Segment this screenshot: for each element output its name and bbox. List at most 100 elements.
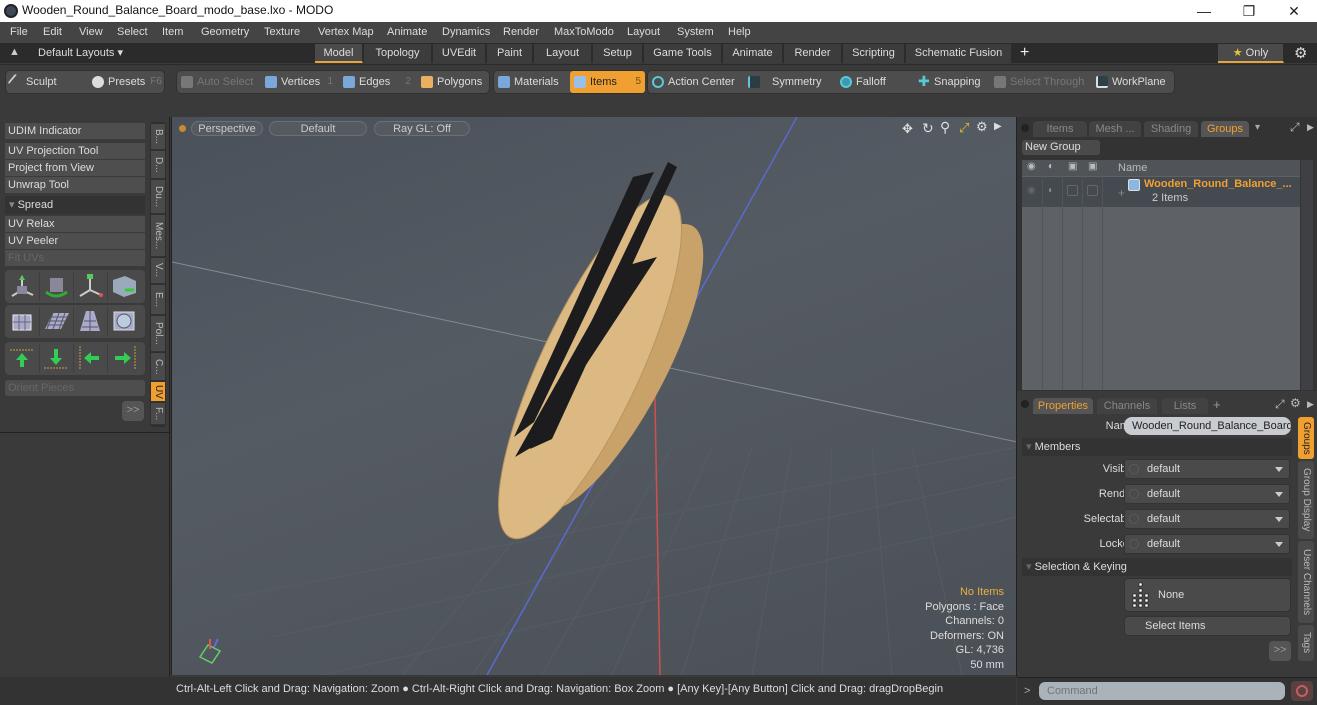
- menu-layout[interactable]: Layout: [627, 26, 660, 38]
- tab-topology[interactable]: Topology: [364, 44, 432, 63]
- row-lock-toggle[interactable]: [1067, 185, 1078, 196]
- vtab-groups[interactable]: Groups: [1298, 417, 1314, 459]
- menu-render[interactable]: Render: [503, 26, 539, 38]
- tab-game-tools[interactable]: Game Tools: [644, 44, 722, 63]
- expand-properties-icon[interactable]: ⤢: [1275, 397, 1285, 412]
- uv-projection-tool-button[interactable]: UV Projection Tool: [5, 143, 145, 160]
- properties-more-button[interactable]: >>: [1269, 641, 1291, 661]
- auto-select-button[interactable]: Auto Select: [177, 71, 259, 93]
- zoom-icon[interactable]: ⚲: [940, 119, 950, 136]
- select-items-button[interactable]: Select Items: [1124, 616, 1291, 636]
- menu-view[interactable]: View: [79, 26, 103, 38]
- select-through-button[interactable]: Select Through: [990, 71, 1088, 93]
- view-perspective-button[interactable]: Perspective: [191, 121, 263, 136]
- align-right-arrow-icon[interactable]: [109, 344, 142, 373]
- tab-scripting[interactable]: Scripting: [843, 44, 905, 63]
- menu-dynamics[interactable]: Dynamics: [442, 26, 490, 38]
- menu-vertex-map[interactable]: Vertex Map: [318, 26, 374, 38]
- vtab-group-display[interactable]: Group Display: [1298, 461, 1314, 539]
- menu-select[interactable]: Select: [117, 26, 148, 38]
- default-layouts-dropdown[interactable]: Default Layouts ▾: [38, 46, 123, 59]
- uv-peeler-button[interactable]: UV Peeler: [5, 233, 145, 250]
- group-row[interactable]: ◉ ◐ + Wooden_Round_Balance_... 2 Items: [1022, 177, 1300, 207]
- vtab-user-channels[interactable]: User Channels: [1298, 541, 1314, 623]
- viewport-gear-icon[interactable]: ⚙: [976, 119, 988, 135]
- row-select-toggle[interactable]: [1087, 185, 1098, 196]
- unwrap-tool-button[interactable]: Unwrap Tool: [5, 177, 145, 194]
- uv-rotate-tool-icon[interactable]: [41, 272, 74, 301]
- render-column-icon[interactable]: ◐: [1048, 161, 1054, 172]
- rotate-icon[interactable]: ↻: [922, 120, 934, 137]
- add-layout-button[interactable]: +: [1020, 44, 1029, 62]
- vtab-uv[interactable]: UV: [151, 382, 165, 402]
- action-center-button[interactable]: Action Center: [648, 71, 740, 93]
- render-keyframe-dot[interactable]: [1129, 489, 1139, 499]
- items-button[interactable]: Items 5: [570, 71, 645, 93]
- vtab-b[interactable]: B...: [151, 124, 165, 150]
- tab-items[interactable]: Items: [1033, 121, 1087, 137]
- tab-model[interactable]: Model: [315, 44, 363, 63]
- sculpt-button[interactable]: Sculpt: [6, 71, 84, 93]
- expand-panel-icon[interactable]: ⤢: [1290, 120, 1300, 135]
- tab-properties[interactable]: Properties: [1033, 398, 1093, 414]
- visible-column-eye-icon[interactable]: ◉: [1027, 161, 1036, 172]
- row-render-icon[interactable]: ◐: [1048, 185, 1054, 196]
- shading-default-button[interactable]: Default: [269, 121, 367, 136]
- viewport-more-icon[interactable]: ▶: [994, 121, 1002, 132]
- vtab-e[interactable]: E...: [151, 285, 165, 315]
- select-column-icon[interactable]: ▣: [1088, 161, 1097, 172]
- polygons-button[interactable]: Polygons: [417, 71, 491, 93]
- uv-spherical-projection-icon[interactable]: [109, 307, 142, 336]
- expand-plus-icon[interactable]: +: [1118, 186, 1125, 200]
- snapping-button[interactable]: ✚ Snapping: [914, 71, 988, 93]
- locked-keyframe-dot[interactable]: [1129, 539, 1139, 549]
- edges-button[interactable]: Edges 2: [339, 71, 415, 93]
- restore-button[interactable]: ❐: [1226, 0, 1272, 22]
- tab-shading[interactable]: Shading: [1144, 121, 1198, 137]
- tab-layout[interactable]: Layout: [534, 44, 592, 63]
- collapse-up-icon[interactable]: ▲: [9, 46, 20, 58]
- presets-button[interactable]: Presets F6: [88, 71, 166, 93]
- panel-more-icon[interactable]: ▶: [1307, 122, 1314, 133]
- gear-icon[interactable]: ⚙: [1294, 44, 1307, 62]
- workplane-button[interactable]: WorkPlane: [1092, 71, 1176, 93]
- panel-menu-icon[interactable]: [1021, 124, 1029, 132]
- tab-render[interactable]: Render: [784, 44, 842, 63]
- tab-mesh[interactable]: Mesh ...: [1089, 121, 1141, 137]
- menu-help[interactable]: Help: [728, 26, 751, 38]
- more-tools-button[interactable]: >>: [122, 401, 144, 421]
- groups-list-scrollbar[interactable]: [1301, 160, 1313, 390]
- tab-uvedit[interactable]: UVEdit: [433, 44, 486, 63]
- selection-keying-section[interactable]: ▾ Selection & Keying: [1022, 558, 1292, 576]
- fit-uvs-button[interactable]: Fit UVs: [5, 250, 145, 267]
- 3d-viewport[interactable]: Perspective Default Ray GL: Off ✥ ↻ ⚲ ⤢ …: [171, 117, 1016, 675]
- locked-dropdown[interactable]: default: [1124, 534, 1290, 554]
- tab-animate[interactable]: Animate: [723, 44, 783, 63]
- align-bottom-arrow-icon[interactable]: [41, 344, 74, 373]
- vtab-c[interactable]: C...: [151, 353, 165, 381]
- visible-dropdown[interactable]: default: [1124, 459, 1290, 479]
- menu-edit[interactable]: Edit: [43, 26, 62, 38]
- none-selection-button[interactable]: None: [1124, 578, 1291, 612]
- align-top-arrow-icon[interactable]: [7, 344, 40, 373]
- tab-lists[interactable]: Lists: [1162, 398, 1208, 414]
- tab-channels[interactable]: Channels: [1097, 398, 1157, 414]
- uv-cylindrical-projection-icon[interactable]: [75, 307, 108, 336]
- udim-indicator-button[interactable]: UDIM Indicator: [5, 123, 145, 140]
- command-input[interactable]: [1039, 682, 1285, 700]
- only-toggle[interactable]: ★ Only: [1218, 44, 1284, 63]
- materials-button[interactable]: Materials: [494, 71, 568, 93]
- balance-board-model[interactable]: [465, 162, 734, 559]
- uv-relax-button[interactable]: UV Relax: [5, 216, 145, 233]
- symmetry-button[interactable]: Symmetry: [744, 71, 834, 93]
- maximize-icon[interactable]: ⤢: [959, 120, 969, 136]
- menu-geometry[interactable]: Geometry: [201, 26, 249, 38]
- tab-schematic-fusion[interactable]: Schematic Fusion: [906, 44, 1012, 63]
- menu-item[interactable]: Item: [162, 26, 183, 38]
- menu-texture[interactable]: Texture: [264, 26, 300, 38]
- add-tab-button[interactable]: +: [1213, 397, 1221, 412]
- spread-section[interactable]: ▾ Spread: [5, 196, 145, 214]
- menu-file[interactable]: File: [10, 26, 28, 38]
- vertices-button[interactable]: Vertices 1: [261, 71, 337, 93]
- vtab-d[interactable]: D...: [151, 151, 165, 179]
